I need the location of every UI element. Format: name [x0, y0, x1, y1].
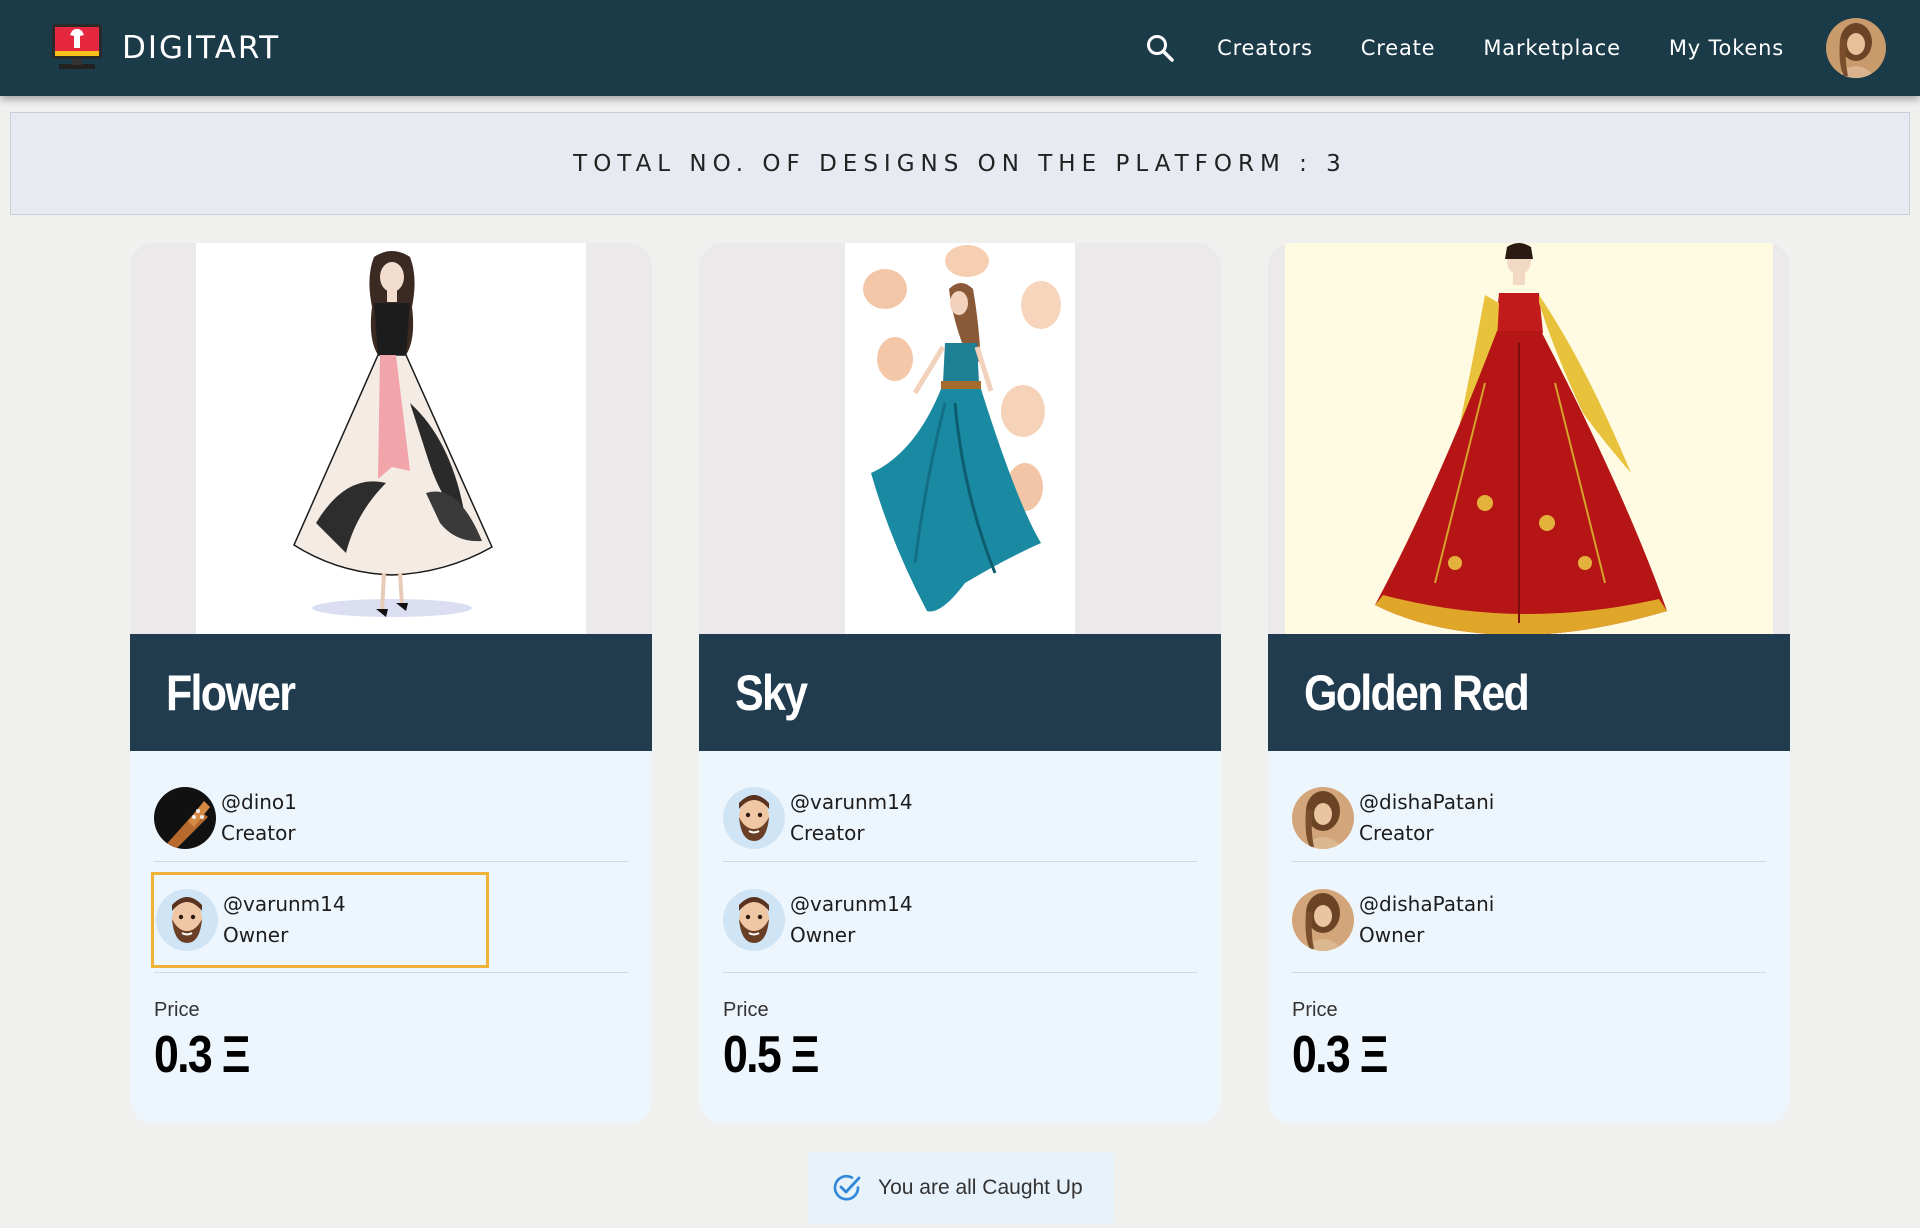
owner-avatar — [156, 889, 218, 951]
owner-role: Owner — [223, 923, 289, 947]
nav-link-marketplace[interactable]: Marketplace — [1483, 36, 1621, 60]
design-title: Flower — [166, 664, 296, 721]
owner-handle[interactable]: @dishaPatani — [1359, 889, 1494, 920]
creator-avatar — [723, 787, 785, 849]
digitart-logo-icon — [52, 24, 102, 69]
card-title-bar: Golden Red — [1268, 634, 1790, 751]
search-button[interactable] — [1143, 31, 1177, 65]
owner-row[interactable]: @varunm14 Owner — [721, 872, 1061, 968]
bearded-man-avatar-image — [156, 889, 218, 951]
owner-row[interactable]: @dishaPatani Owner — [1290, 872, 1630, 968]
design-card[interactable]: Sky @varunm14 Creator @varunm14 Owner Pr… — [699, 243, 1221, 1124]
creator-handle[interactable]: @dishaPatani — [1359, 787, 1494, 818]
creator-handle[interactable]: @dino1 — [221, 787, 297, 818]
design-card[interactable]: Flower @dino1 Creator @varunm14 Owner Pr… — [130, 243, 652, 1124]
caught-up-notice: You are all Caught Up — [808, 1152, 1114, 1224]
design-image[interactable] — [699, 243, 1221, 634]
price-value: 0.3 Ξ — [154, 1026, 250, 1084]
design-title: Sky — [735, 664, 808, 721]
guitar-avatar-image — [154, 787, 216, 849]
woman-photo-avatar-image — [1292, 889, 1354, 951]
design-card[interactable]: Golden Red @dishaPatani Creator @dishaPa… — [1268, 243, 1790, 1124]
nav-link-creators[interactable]: Creators — [1217, 36, 1313, 60]
price-value: 0.3 Ξ — [1292, 1026, 1388, 1084]
search-icon — [1147, 35, 1174, 62]
nav-link-my-tokens[interactable]: My Tokens — [1669, 36, 1784, 60]
creator-row[interactable]: @dishaPatani Creator — [1290, 770, 1630, 866]
nav-menu: Creators Create Marketplace My Tokens — [1143, 16, 1886, 80]
owner-handle[interactable]: @varunm14 — [223, 889, 346, 920]
divider — [723, 861, 1197, 862]
creator-role: Creator — [221, 821, 296, 845]
creator-handle[interactable]: @varunm14 — [790, 787, 913, 818]
design-title: Golden Red — [1304, 664, 1530, 721]
creator-avatar — [154, 787, 216, 849]
divider — [1292, 861, 1766, 862]
creator-role: Creator — [1359, 821, 1434, 845]
price-label: Price — [1292, 999, 1338, 1021]
owner-role: Owner — [790, 923, 856, 947]
creator-row[interactable]: @varunm14 Creator — [721, 770, 1061, 866]
card-title-bar: Flower — [130, 634, 652, 751]
price-value: 0.5 Ξ — [723, 1026, 819, 1084]
user-avatar[interactable] — [1826, 18, 1886, 78]
creator-avatar — [1292, 787, 1354, 849]
divider — [154, 861, 628, 862]
owner-role: Owner — [1359, 923, 1425, 947]
owner-avatar — [1292, 889, 1354, 951]
divider — [154, 972, 628, 973]
price-label: Price — [723, 999, 769, 1021]
navbar: DIGITART Creators Create Marketplace My … — [0, 0, 1920, 96]
divider — [723, 972, 1197, 973]
designs-count-banner: TOTAL NO. OF DESIGNS ON THE PLATFORM : 3 — [10, 112, 1910, 215]
price-label: Price — [154, 999, 200, 1021]
owner-avatar — [723, 889, 785, 951]
owner-row[interactable]: @varunm14 Owner — [151, 872, 489, 968]
brand[interactable]: DIGITART — [52, 24, 280, 72]
flower-dress-artwork — [196, 243, 586, 634]
check-circle-icon — [833, 1174, 861, 1201]
designs-count-text: TOTAL NO. OF DESIGNS ON THE PLATFORM : 3 — [573, 150, 1347, 177]
divider — [1292, 972, 1766, 973]
design-image[interactable] — [130, 243, 652, 634]
woman-photo-avatar-image — [1292, 787, 1354, 849]
brand-name: DIGITART — [122, 30, 281, 66]
design-image[interactable] — [1268, 243, 1790, 634]
golden-red-lehenga-artwork — [1285, 243, 1773, 634]
profile-photo — [1826, 18, 1886, 78]
nav-link-create[interactable]: Create — [1361, 36, 1436, 60]
bearded-man-avatar-image — [723, 787, 785, 849]
creator-row[interactable]: @dino1 Creator — [152, 770, 492, 866]
sky-dress-artwork — [845, 243, 1075, 634]
owner-handle[interactable]: @varunm14 — [790, 889, 913, 920]
card-title-bar: Sky — [699, 634, 1221, 751]
caught-up-text: You are all Caught Up — [878, 1176, 1083, 1199]
creator-role: Creator — [790, 821, 865, 845]
bearded-man-avatar-image — [723, 889, 785, 951]
